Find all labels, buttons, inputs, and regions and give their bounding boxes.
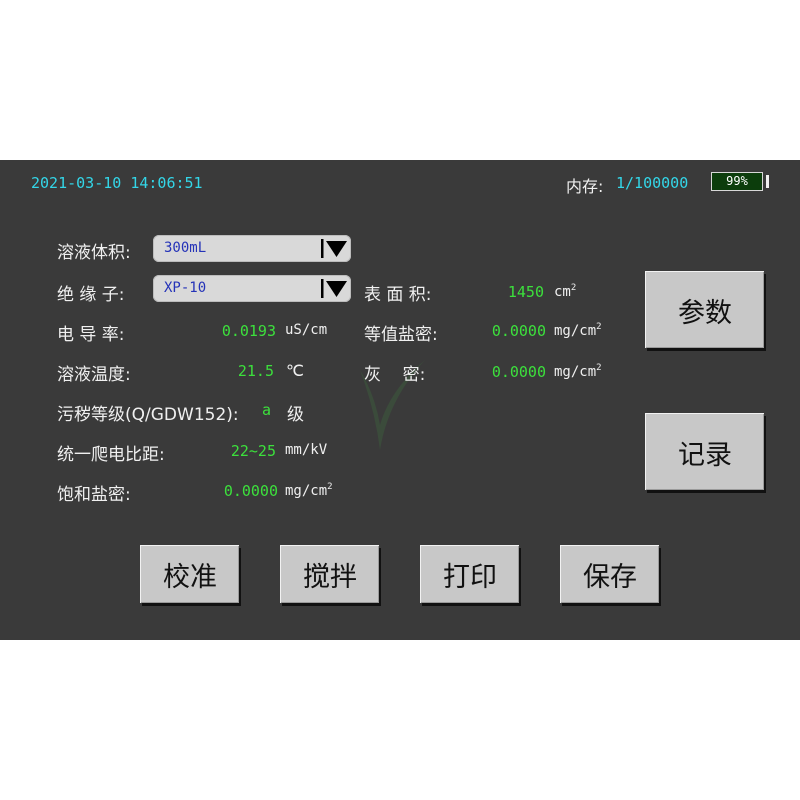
triangle-down-icon[interactable] — [319, 275, 351, 302]
triangle-down-icon[interactable] — [319, 235, 351, 262]
datetime: 2021-03-10 14:06:51 — [31, 174, 203, 192]
conductivity-value: 0.0193 — [221, 322, 276, 340]
print-button[interactable]: 打印 — [420, 545, 519, 603]
esdd-value: 0.0000 — [491, 322, 546, 340]
insulator-select[interactable]: XP-10 — [153, 275, 351, 302]
calibrate-button[interactable]: 校准 — [140, 545, 239, 603]
nsdd-label: 灰 密: — [364, 365, 426, 385]
saturated-salt-value: 0.0000 — [223, 482, 278, 500]
conductivity-unit: uS/cm — [285, 322, 328, 338]
creepage-value: 22~25 — [230, 442, 276, 460]
volume-value: 300mL — [164, 240, 207, 256]
battery-icon: 99% — [711, 172, 763, 191]
battery-nub — [766, 175, 769, 188]
insulator-label: 绝 缘 子: — [57, 285, 125, 305]
pollution-grade-label: 污秽等级(Q/GDW152): — [57, 405, 239, 425]
pollution-grade-unit: 级 — [287, 405, 304, 425]
memory-label: 内存: — [566, 177, 604, 196]
volume-label: 溶液体积: — [57, 243, 131, 263]
save-button[interactable]: 保存 — [560, 545, 659, 603]
nsdd-value: 0.0000 — [491, 363, 546, 381]
nsdd-unit: mg/cm2 — [554, 363, 602, 380]
surface-area-unit: cm2 — [554, 283, 577, 300]
temperature-label: 溶液温度: — [57, 365, 131, 385]
battery-level: 99% — [726, 174, 748, 188]
temperature-unit: ℃ — [286, 361, 304, 380]
volume-select[interactable]: 300mL — [153, 235, 351, 262]
saturated-salt-unit: mg/cm2 — [285, 482, 333, 499]
stir-button[interactable]: 搅拌 — [280, 545, 379, 603]
creepage-unit: mm/kV — [285, 442, 328, 458]
params-button[interactable]: 参数 — [645, 271, 764, 348]
pollution-grade-value: a — [262, 401, 272, 419]
temperature-value: 21.5 — [237, 362, 274, 380]
conductivity-label: 电 导 率: — [57, 325, 125, 345]
esdd-unit: mg/cm2 — [554, 322, 602, 339]
saturated-salt-label: 饱和盐密: — [57, 485, 131, 505]
surface-area-value: 1450 — [507, 283, 544, 301]
memory-value: 1/100000 — [616, 174, 689, 192]
device-screen: 2021-03-10 14:06:51 内存: 1/100000 99% 溶液体… — [0, 160, 800, 640]
surface-area-label: 表 面 积: — [364, 285, 432, 305]
insulator-value: XP-10 — [164, 280, 207, 296]
esdd-label: 等值盐密: — [364, 325, 438, 345]
records-button[interactable]: 记录 — [645, 413, 764, 490]
creepage-label: 统一爬电比距: — [57, 445, 165, 465]
